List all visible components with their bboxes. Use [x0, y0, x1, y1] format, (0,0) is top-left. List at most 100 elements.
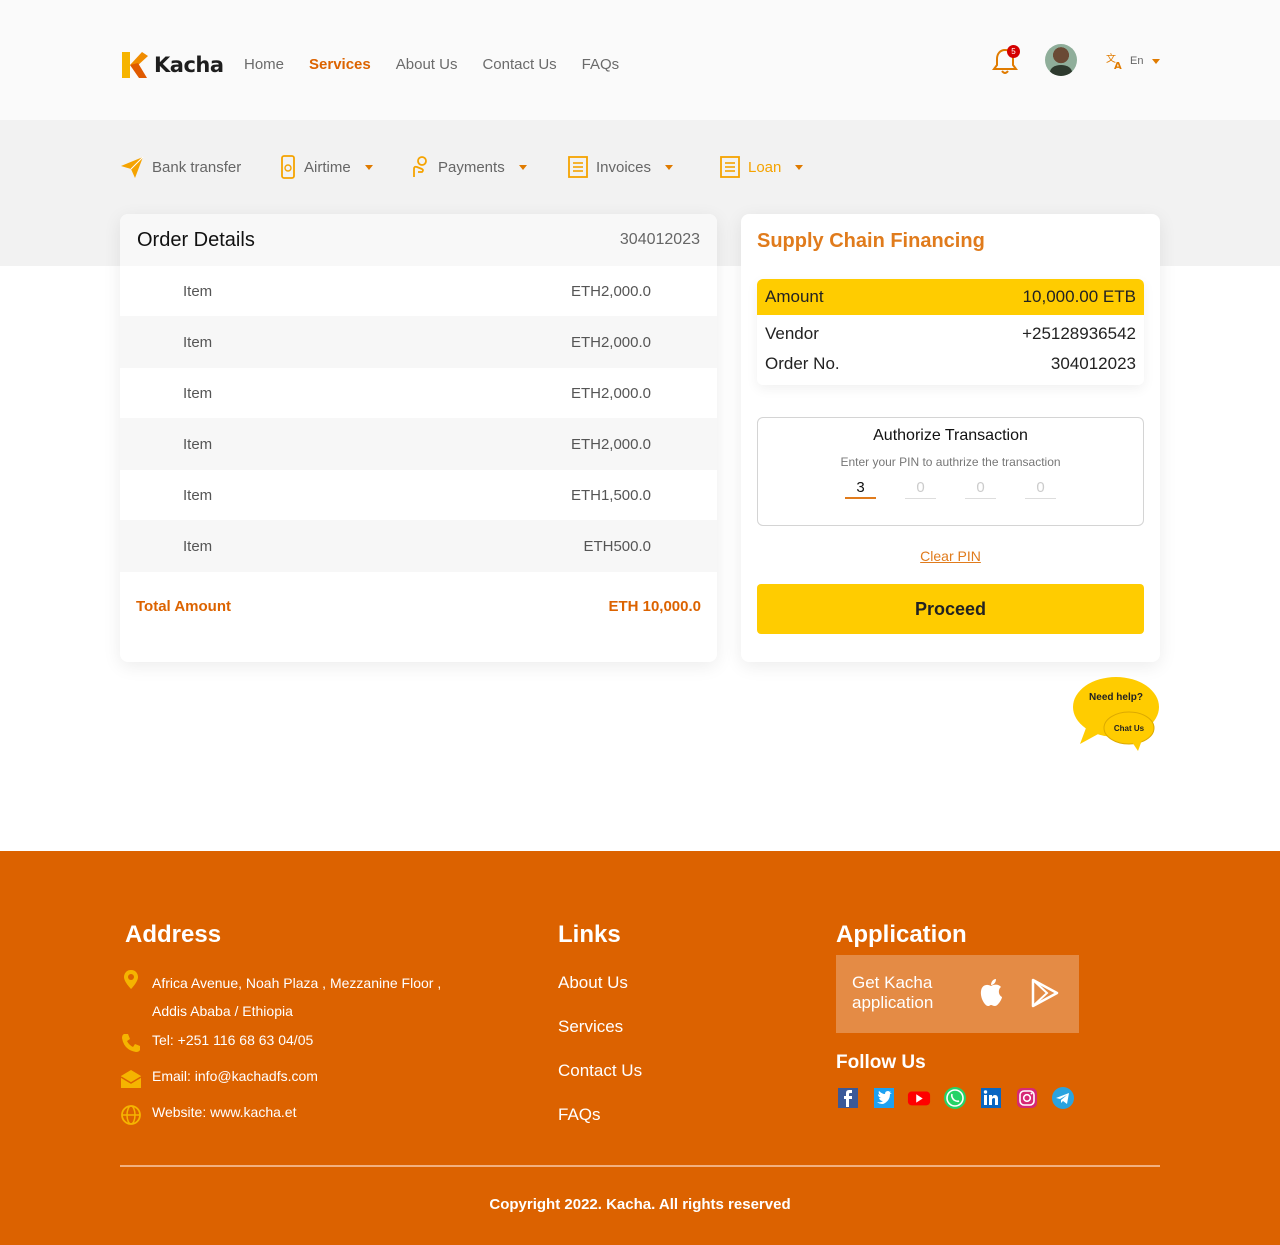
instagram-icon[interactable]: [1015, 1086, 1039, 1110]
tab-loan[interactable]: Loan: [720, 153, 804, 181]
order-details-title: Order Details: [137, 228, 255, 251]
tab-bank-transfer[interactable]: Bank transfer: [120, 153, 241, 181]
links-heading: Links: [558, 921, 621, 948]
google-play-icon[interactable]: [1030, 978, 1060, 1008]
order-details-header: Order Details 304012023: [120, 214, 717, 266]
svg-text:A: A: [1114, 61, 1122, 70]
total-label: Total Amount: [136, 598, 231, 615]
footer-link-contact-us[interactable]: Contact Us: [558, 1061, 642, 1081]
translate-icon: 文 A: [1106, 52, 1122, 70]
vendor-row: Vendor +25128936542: [757, 319, 1144, 349]
get-app-box: Get Kacha application: [836, 955, 1079, 1033]
total-value: ETH 10,000.0: [608, 598, 701, 615]
item-amount: ETH1,500.0: [570, 486, 651, 504]
address-heading: Address: [125, 921, 222, 948]
amount-label: Amount: [765, 287, 824, 306]
facebook-icon[interactable]: [836, 1086, 860, 1110]
user-avatar[interactable]: [1045, 44, 1077, 76]
tel-text: Tel: +251 116 68 63 04/05: [152, 1032, 314, 1048]
chevron-down-icon: [364, 164, 373, 170]
tab-label: Invoices: [596, 158, 652, 176]
item-amount: ETH2,000.0: [570, 384, 651, 402]
nav-about-us[interactable]: About Us: [396, 56, 458, 73]
tab-airtime[interactable]: Airtime: [280, 153, 373, 181]
follow-us-heading: Follow Us: [836, 1052, 926, 1073]
address-line-2: Addis Ababa / Ethiopia: [152, 1003, 293, 1019]
twitter-icon[interactable]: [872, 1086, 896, 1110]
order-no-value: 304012023: [1050, 354, 1136, 373]
proceed-button[interactable]: Proceed: [757, 584, 1144, 634]
authorize-subtitle: Enter your PIN to authrize the transacti…: [840, 455, 1061, 469]
pin-digit-3[interactable]: 0: [965, 479, 996, 499]
item-amount: ETH2,000.0: [570, 435, 651, 453]
youtube-icon[interactable]: [907, 1086, 931, 1110]
top-header: Kacha Home Services About Us Contact Us …: [0, 0, 1280, 120]
vendor-label: Vendor: [765, 324, 819, 343]
order-item-row: Item ETH2,000.0: [120, 368, 717, 418]
site-footer: Address Africa Avenue, Noah Plaza , Mezz…: [0, 851, 1280, 1245]
kacha-logo[interactable]: Kacha: [120, 50, 224, 80]
language-selector[interactable]: 文 A En: [1106, 52, 1161, 70]
invoice-icon: [568, 156, 588, 178]
get-app-text: Get Kacha application: [852, 973, 934, 1012]
footer-link-services[interactable]: Services: [558, 1017, 623, 1037]
order-no-label: Order No.: [765, 354, 840, 373]
phone-icon: [281, 155, 295, 179]
apple-icon[interactable]: [978, 978, 1004, 1008]
tab-invoices[interactable]: Invoices: [568, 153, 674, 181]
order-item-row: Item ETH1,500.0: [120, 470, 717, 520]
tab-label: Airtime: [304, 158, 351, 176]
phone-icon: [122, 1034, 140, 1052]
financing-title: Supply Chain Financing: [757, 230, 985, 252]
nav-contact-us[interactable]: Contact Us: [482, 56, 556, 73]
order-no-row: Order No. 304012023: [757, 349, 1144, 379]
chat-help-bubble[interactable]: Need help? Chat Us: [1072, 676, 1162, 752]
notification-badge: 5: [1007, 45, 1020, 58]
vendor-value: +25128936542: [1022, 324, 1136, 343]
item-amount: ETH2,000.0: [570, 333, 651, 351]
order-item-row: Item ETH2,000.0: [120, 316, 717, 368]
footer-link-faqs[interactable]: FAQs: [558, 1105, 601, 1125]
paper-plane-icon: [121, 156, 144, 178]
kacha-logo-icon: [122, 52, 148, 78]
address-item: Africa Avenue, Noah Plaza , Mezzanine Fl…: [120, 969, 441, 1025]
nav-faqs[interactable]: FAQs: [582, 56, 620, 73]
chevron-down-icon: [795, 164, 804, 170]
hand-coin-icon: [413, 156, 427, 177]
tab-label: Payments: [438, 158, 505, 176]
item-name: Item: [183, 435, 213, 453]
chevron-down-icon: [518, 164, 527, 170]
telegram-icon[interactable]: [1051, 1086, 1075, 1110]
footer-link-about-us[interactable]: About Us: [558, 973, 628, 993]
pin-digit-1[interactable]: 3: [845, 479, 876, 499]
website-item: Website: www.kacha.et: [120, 1104, 296, 1126]
application-heading: Application: [836, 921, 967, 948]
language-label: En: [1130, 55, 1144, 67]
pin-digit-4[interactable]: 0: [1025, 479, 1056, 499]
order-total-row: Total Amount ETH 10,000.0: [120, 598, 717, 615]
item-name: Item: [183, 384, 213, 402]
order-details-card: Order Details 304012023 Item ETH2,000.0 …: [120, 214, 717, 662]
globe-icon: [121, 1105, 141, 1125]
email-item: Email: info@kachadfs.com: [120, 1068, 318, 1090]
nav-services[interactable]: Services: [309, 56, 371, 73]
linkedin-icon[interactable]: [979, 1086, 1003, 1110]
chevron-down-icon: [1152, 58, 1161, 64]
financing-summary: Amount 10,000.00 ETB Vendor +25128936542…: [757, 279, 1144, 385]
pin-digit-2[interactable]: 0: [905, 479, 936, 499]
authorize-title: Authorize Transaction: [873, 427, 1028, 444]
chat-us-text: Chat Us: [1114, 724, 1145, 733]
nav-home[interactable]: Home: [244, 56, 284, 73]
tel-item: Tel: +251 116 68 63 04/05: [120, 1032, 313, 1054]
tab-payments[interactable]: Payments: [410, 153, 527, 181]
address-line-1: Africa Avenue, Noah Plaza , Mezzanine Fl…: [152, 975, 442, 991]
item-amount: ETH500.0: [583, 537, 651, 555]
service-tabs: Bank transfer Airtime Payments Invoices: [120, 153, 1020, 181]
email-text: Email: info@kachadfs.com: [152, 1068, 318, 1084]
location-pin-icon: [124, 970, 138, 989]
whatsapp-icon[interactable]: [943, 1086, 967, 1110]
copyright-text: Copyright 2022. Kacha. All rights reserv…: [489, 1196, 791, 1213]
item-name: Item: [183, 333, 213, 351]
order-item-row: Item ETH500.0: [120, 520, 717, 572]
clear-pin-link[interactable]: Clear PIN: [741, 548, 1160, 564]
